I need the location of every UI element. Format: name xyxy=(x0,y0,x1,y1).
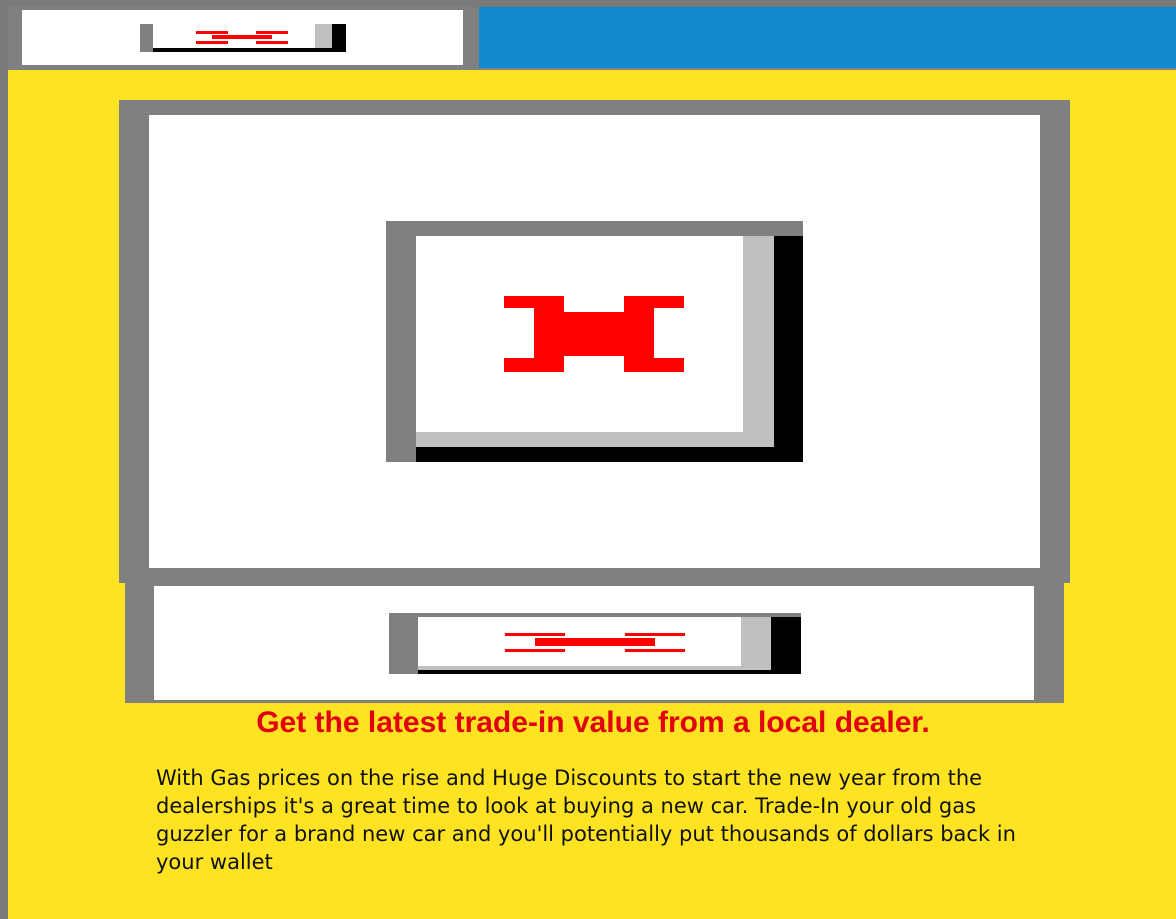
window-left-border xyxy=(0,0,8,919)
page: Get the latest trade-in value from a loc… xyxy=(0,0,1176,919)
window-top-border xyxy=(0,0,1176,7)
body-paragraph: With Gas prices on the rise and Huge Dis… xyxy=(156,766,1016,874)
headline: Get the latest trade-in value from a loc… xyxy=(256,706,930,739)
header-bar xyxy=(479,7,1176,68)
broken-image-icon xyxy=(504,296,684,372)
broken-image-icon xyxy=(196,31,288,44)
broken-image-icon xyxy=(505,633,685,652)
ad-secondary-image[interactable] xyxy=(389,613,801,674)
header-logo-image[interactable] xyxy=(140,24,346,52)
ad-main-image[interactable] xyxy=(386,221,803,462)
